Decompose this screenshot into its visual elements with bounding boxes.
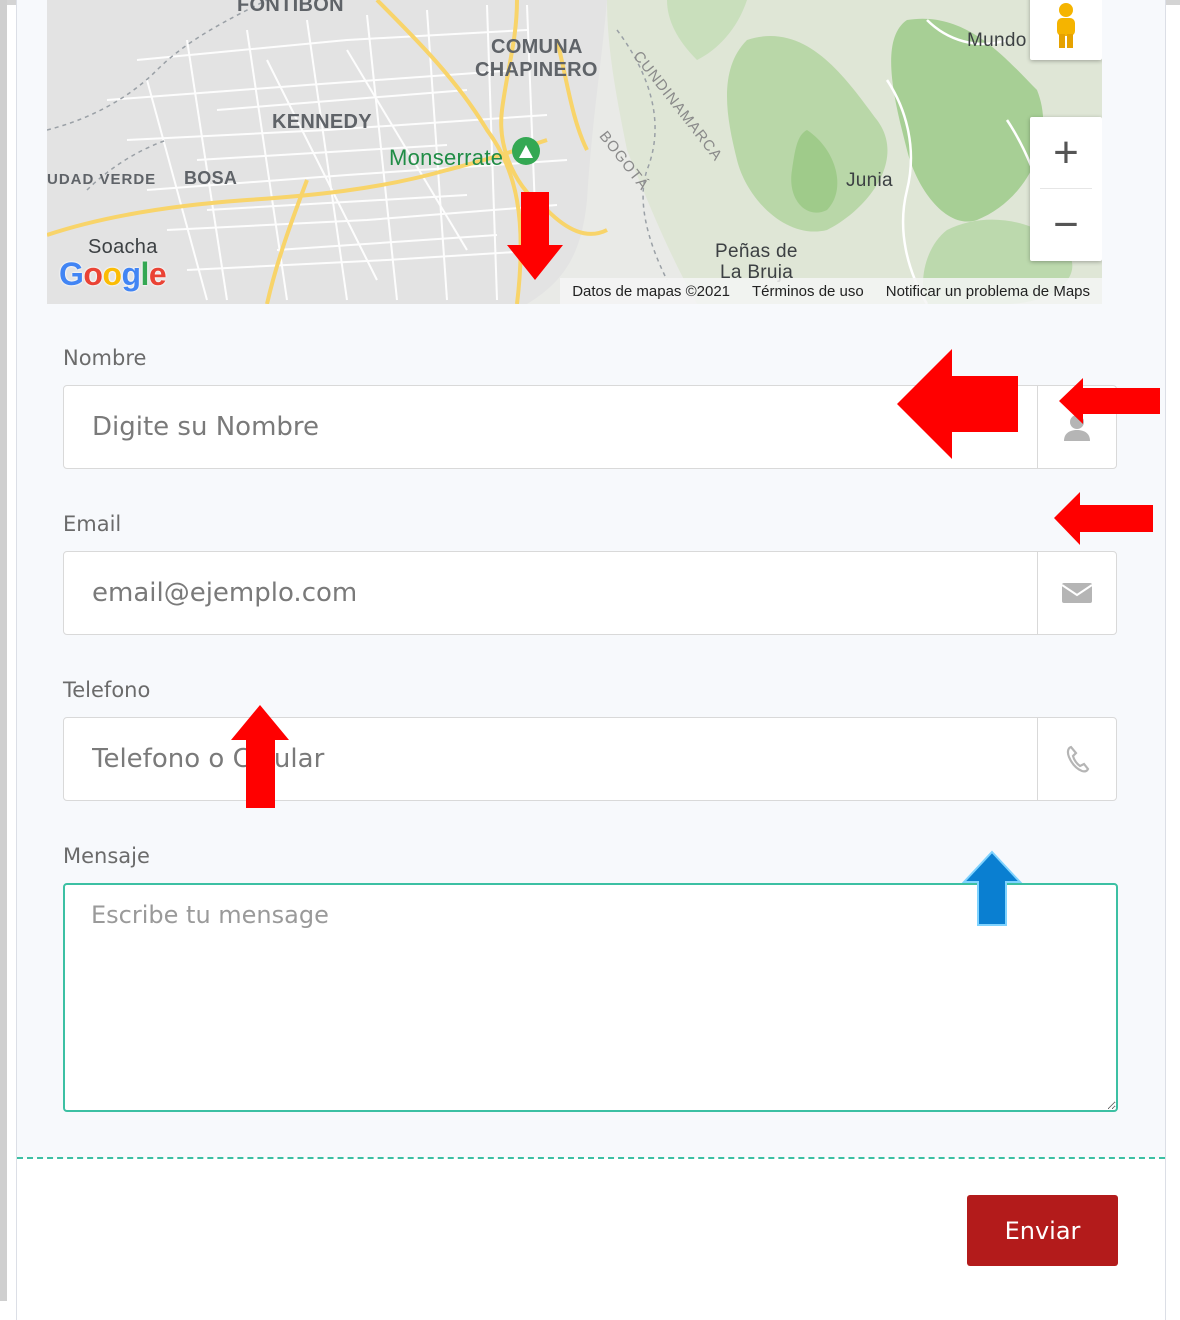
zoom-in-button[interactable]: + (1030, 117, 1102, 189)
envelope-icon (1061, 583, 1093, 603)
email-input-group (63, 551, 1117, 635)
map-label-kennedy: KENNEDY (272, 111, 372, 133)
map-report-link[interactable]: Notificar un problema de Maps (886, 283, 1090, 300)
google-logo[interactable]: Google (59, 256, 167, 293)
left-border (0, 0, 7, 1301)
map-attribution-bar: Datos de mapas ©2021 Términos de uso Not… (560, 278, 1102, 304)
message-label: Mensaje (63, 844, 150, 868)
submit-button[interactable]: Enviar (967, 1195, 1118, 1266)
map-label-fontibon: FONTIBON (237, 0, 344, 16)
map-label-comuna: COMUNA (491, 36, 583, 58)
email-addon (1037, 552, 1116, 634)
map-label-bosa: BOSA (184, 168, 238, 188)
map-label-penas: Peñas de (715, 241, 798, 262)
map-label-mundo: Mundo (967, 30, 1027, 51)
name-label: Nombre (63, 346, 147, 370)
zoom-control: + − (1030, 117, 1102, 261)
map-data-attribution: Datos de mapas ©2021 (572, 282, 731, 300)
street-view-button[interactable] (1030, 0, 1102, 60)
name-input[interactable] (64, 386, 1039, 468)
phone-label: Telefono (63, 678, 151, 702)
name-input-group (63, 385, 1117, 469)
google-logo-letter: e (148, 256, 167, 292)
map-label-chapinero: CHAPINERO (475, 59, 598, 81)
google-logo-letter: o (102, 256, 122, 292)
card-footer-divider (17, 1157, 1165, 1159)
google-logo-letter: o (83, 256, 103, 292)
google-logo-letter: g (121, 256, 141, 292)
user-icon (1064, 415, 1090, 441)
phone-addon (1037, 718, 1116, 800)
phone-icon (1066, 745, 1090, 773)
google-map[interactable]: FONTIBON COMUNA CHAPINERO KENNEDY Monser… (47, 0, 1102, 304)
phone-input-group (63, 717, 1117, 801)
map-terms-link[interactable]: Términos de uso (752, 283, 864, 300)
message-textarea[interactable] (63, 883, 1118, 1112)
map-label-monserrate: Monserrate (389, 145, 504, 170)
google-logo-letter: l (140, 256, 150, 292)
email-label: Email (63, 512, 122, 536)
google-logo-letter: G (59, 256, 84, 292)
zoom-out-button[interactable]: − (1030, 189, 1102, 261)
name-addon (1037, 386, 1116, 468)
email-input[interactable] (64, 552, 1039, 634)
map-label-junia: Junia (846, 170, 893, 191)
phone-input[interactable] (64, 718, 1039, 800)
map-label-ciudad-verde: UDAD VERDE (47, 171, 157, 188)
pegman-icon (1057, 3, 1075, 48)
